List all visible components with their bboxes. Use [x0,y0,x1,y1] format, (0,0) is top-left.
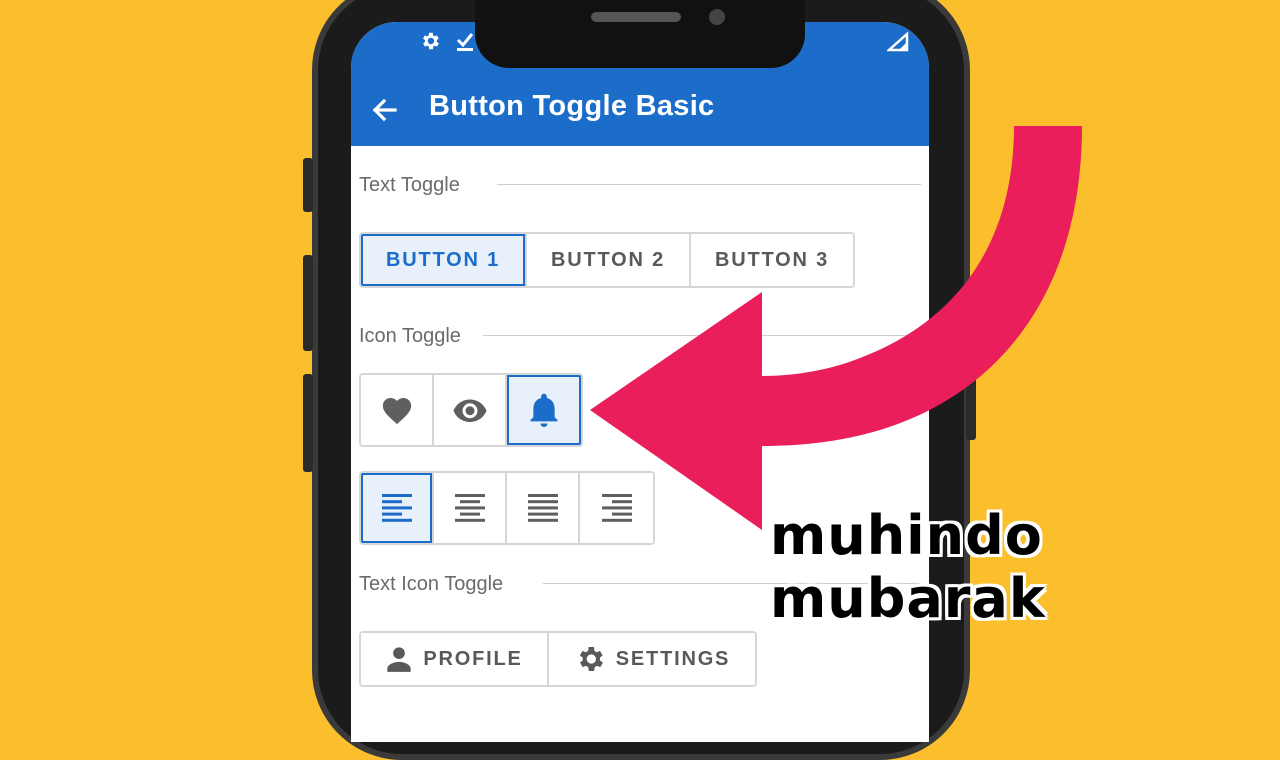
curved-arrow-head [590,292,762,530]
watermark-text: muhindo mubarak [770,504,1046,630]
curved-arrow-shaft [762,126,1082,446]
